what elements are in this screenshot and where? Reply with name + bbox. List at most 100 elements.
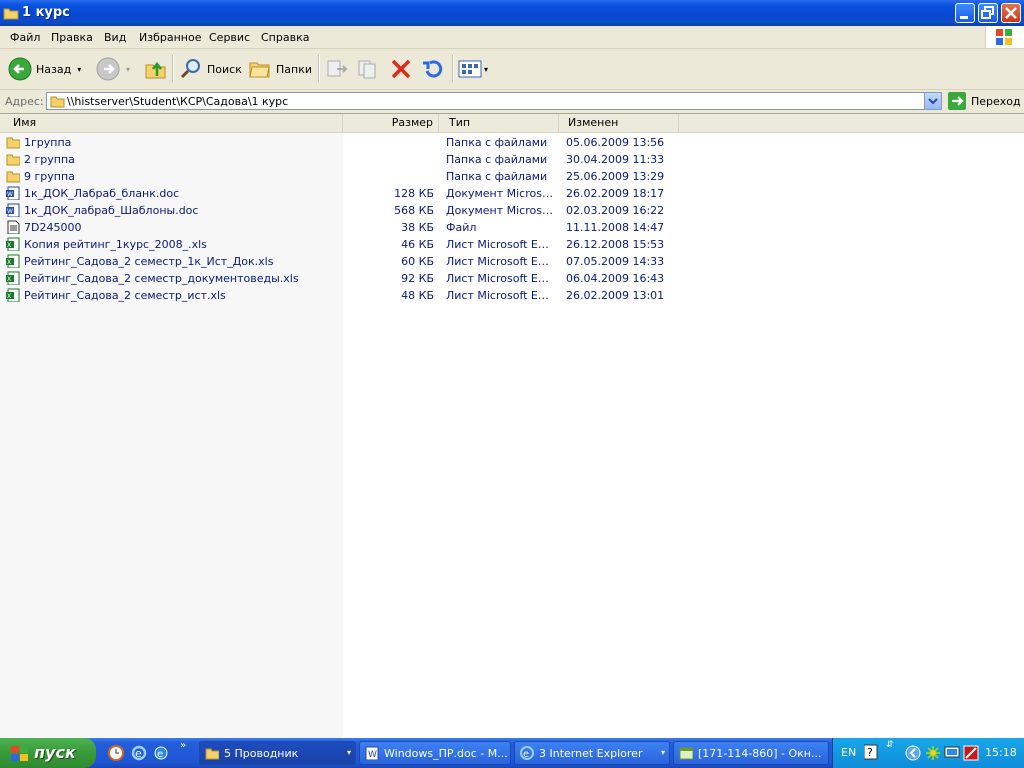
help-icon[interactable]: ? bbox=[863, 744, 878, 763]
views-button[interactable]: ▾ bbox=[458, 54, 488, 84]
task-label: 5 Проводник bbox=[224, 747, 299, 760]
file-size: 128 КБ bbox=[394, 187, 434, 200]
list-item[interactable]: X Рейтинг_Садова_2 семестр_документоведы.… bbox=[0, 270, 680, 287]
up-folder-button[interactable] bbox=[144, 54, 168, 84]
file-name: 2 группа bbox=[24, 153, 75, 166]
search-button[interactable]: Поиск bbox=[179, 54, 242, 84]
menu-help[interactable]: Справка bbox=[261, 31, 309, 44]
word-doc-icon: W bbox=[6, 203, 20, 217]
excel-icon: X bbox=[6, 237, 20, 251]
menu-edit[interactable]: Правка bbox=[51, 31, 93, 44]
folders-button[interactable]: Папки bbox=[248, 54, 312, 84]
file-type: Документ Microsof... bbox=[446, 204, 554, 217]
file-size: 92 КБ bbox=[401, 272, 434, 285]
network-status-icon[interactable] bbox=[925, 745, 941, 764]
back-label: Назад bbox=[36, 62, 72, 76]
maximize-button[interactable] bbox=[978, 3, 998, 23]
file-name: 1к_ДОК_Лабраб_бланк.doc bbox=[24, 187, 180, 200]
address-label: Адрес: bbox=[5, 95, 44, 108]
list-header: Имя Размер Тип Изменен bbox=[0, 114, 1024, 133]
list-item[interactable]: X Рейтинг_Садова_2 семестр_1к_Ист_Док.xls… bbox=[0, 253, 680, 270]
views-icon bbox=[458, 60, 482, 78]
folder-icon bbox=[50, 94, 65, 111]
windows-flag-icon bbox=[11, 746, 28, 761]
list-item[interactable]: 2 группа Папка с файлами 30.04.2009 11:33 bbox=[0, 151, 680, 168]
folders-icon bbox=[249, 62, 270, 78]
display-icon[interactable] bbox=[944, 745, 960, 764]
excel-icon: X bbox=[6, 271, 20, 285]
task-explorer[interactable]: 5 Проводник ▾ bbox=[199, 741, 356, 765]
window-icon bbox=[679, 747, 693, 760]
tray-tiny-icon[interactable]: ⇵ bbox=[886, 740, 894, 750]
go-button[interactable]: Переход bbox=[948, 92, 1021, 110]
folder-icon bbox=[6, 137, 20, 149]
minimize-button[interactable] bbox=[955, 3, 975, 23]
list-item[interactable]: X Рейтинг_Садова_2 семестр_ист.xls 48 КБ Ли… bbox=[0, 287, 680, 304]
clock[interactable]: 15:18 bbox=[985, 746, 1017, 759]
list-item[interactable]: W 1к_ДОК_лабраб_Шаблоны.doc 568 КБ Документ… bbox=[0, 202, 680, 219]
language-indicator[interactable]: EN bbox=[841, 746, 856, 759]
file-type: Документ Microsof... bbox=[446, 187, 554, 200]
file-list[interactable]: Имя Размер Тип Изменен 1группа Папка с фа… bbox=[0, 114, 1024, 738]
title-bar[interactable]: 1 курс bbox=[0, 0, 1024, 26]
svg-text:X: X bbox=[7, 293, 11, 300]
menu-file[interactable]: Файл bbox=[10, 31, 40, 44]
quick-launch-ie-icon[interactable]: e bbox=[131, 745, 147, 764]
file-modified: 25.06.2009 13:29 bbox=[566, 170, 665, 183]
file-name: 9 группа bbox=[24, 170, 75, 183]
file-name: Рейтинг_Садова_2 семестр_документоведы.x… bbox=[24, 272, 299, 285]
file-modified: 06.04.2009 16:43 bbox=[566, 272, 665, 285]
move-to-icon bbox=[327, 60, 348, 77]
list-item[interactable]: W 1к_ДОК_Лабраб_бланк.doc 128 КБ Документ M… bbox=[0, 185, 680, 202]
toolbar: Назад ▾ ▾ Поиск Папки ▾ bbox=[0, 49, 1024, 90]
address-dropdown-icon[interactable] bbox=[924, 93, 941, 109]
list-item[interactable]: 9 группа Папка с файлами 25.06.2009 13:29 bbox=[0, 168, 680, 185]
file-name: 7D245000 bbox=[24, 221, 82, 234]
forward-dropdown-icon[interactable]: ▾ bbox=[126, 65, 130, 74]
undo-button[interactable] bbox=[420, 54, 444, 84]
menu-view[interactable]: Вид bbox=[104, 31, 126, 44]
menu-favorites[interactable]: Избранное bbox=[139, 31, 201, 44]
column-header-modified[interactable]: Изменен bbox=[559, 114, 679, 132]
forward-arrow-icon bbox=[96, 57, 120, 81]
file-name: Рейтинг_Садова_2 семестр_1к_Ист_Док.xls bbox=[24, 255, 274, 268]
list-item[interactable]: X Копия рейтинг_1курс_2008_.xls 46 КБ Лист … bbox=[0, 236, 680, 253]
security-alert-icon[interactable] bbox=[963, 745, 979, 764]
excel-icon: X bbox=[6, 288, 20, 302]
file-type: Папка с файлами bbox=[446, 136, 548, 149]
delete-button[interactable] bbox=[389, 54, 413, 84]
file-size: 46 КБ bbox=[401, 238, 434, 251]
quick-launch-clock-icon[interactable] bbox=[108, 745, 124, 764]
file-name: 1к_ДОК_лабраб_Шаблоны.doc bbox=[24, 204, 199, 217]
forward-button[interactable]: ▾ bbox=[96, 54, 130, 84]
undo-icon bbox=[423, 60, 443, 78]
start-button[interactable]: пуск bbox=[0, 738, 96, 768]
column-header-type[interactable]: Тип bbox=[439, 114, 559, 132]
views-dropdown-icon[interactable]: ▾ bbox=[484, 65, 488, 74]
show-hidden-icons-icon[interactable] bbox=[905, 745, 921, 764]
menu-tools[interactable]: Сервис bbox=[209, 31, 250, 44]
task-word[interactable]: W Windows_ПР.doc - M... bbox=[359, 741, 511, 765]
move-to-button[interactable] bbox=[325, 54, 349, 84]
column-header-name[interactable]: Имя bbox=[0, 114, 343, 132]
task-ie[interactable]: e 3 Internet Explorer ▾ bbox=[514, 741, 670, 765]
address-input[interactable]: \\histserver\Student\КСР\Садова\1 курс bbox=[46, 92, 942, 110]
search-icon bbox=[180, 59, 200, 79]
quick-launch-expand-icon[interactable]: » bbox=[180, 740, 186, 751]
window-title: 1 курс bbox=[22, 5, 70, 20]
back-dropdown-icon[interactable]: ▾ bbox=[77, 65, 81, 74]
back-arrow-icon bbox=[8, 57, 32, 81]
column-header-size[interactable]: Размер bbox=[343, 114, 439, 132]
ie-icon: e bbox=[520, 746, 534, 760]
file-modified: 11.11.2008 14:47 bbox=[566, 221, 665, 234]
quick-launch-media-icon[interactable]: e bbox=[153, 745, 169, 764]
list-item[interactable]: 1группа Папка с файлами 05.06.2009 13:56 bbox=[0, 134, 680, 151]
svg-text:e: e bbox=[523, 749, 529, 760]
copy-to-button[interactable] bbox=[356, 54, 380, 84]
task-remote-window[interactable]: [171-114-860] - Окн... bbox=[673, 741, 829, 765]
list-item[interactable]: 7D245000 38 КБ Файл 11.11.2008 14:47 bbox=[0, 219, 680, 236]
svg-text:X: X bbox=[7, 259, 11, 266]
back-button[interactable]: Назад ▾ bbox=[8, 54, 81, 84]
close-button[interactable] bbox=[1001, 3, 1021, 23]
go-label: Переход bbox=[971, 94, 1021, 108]
